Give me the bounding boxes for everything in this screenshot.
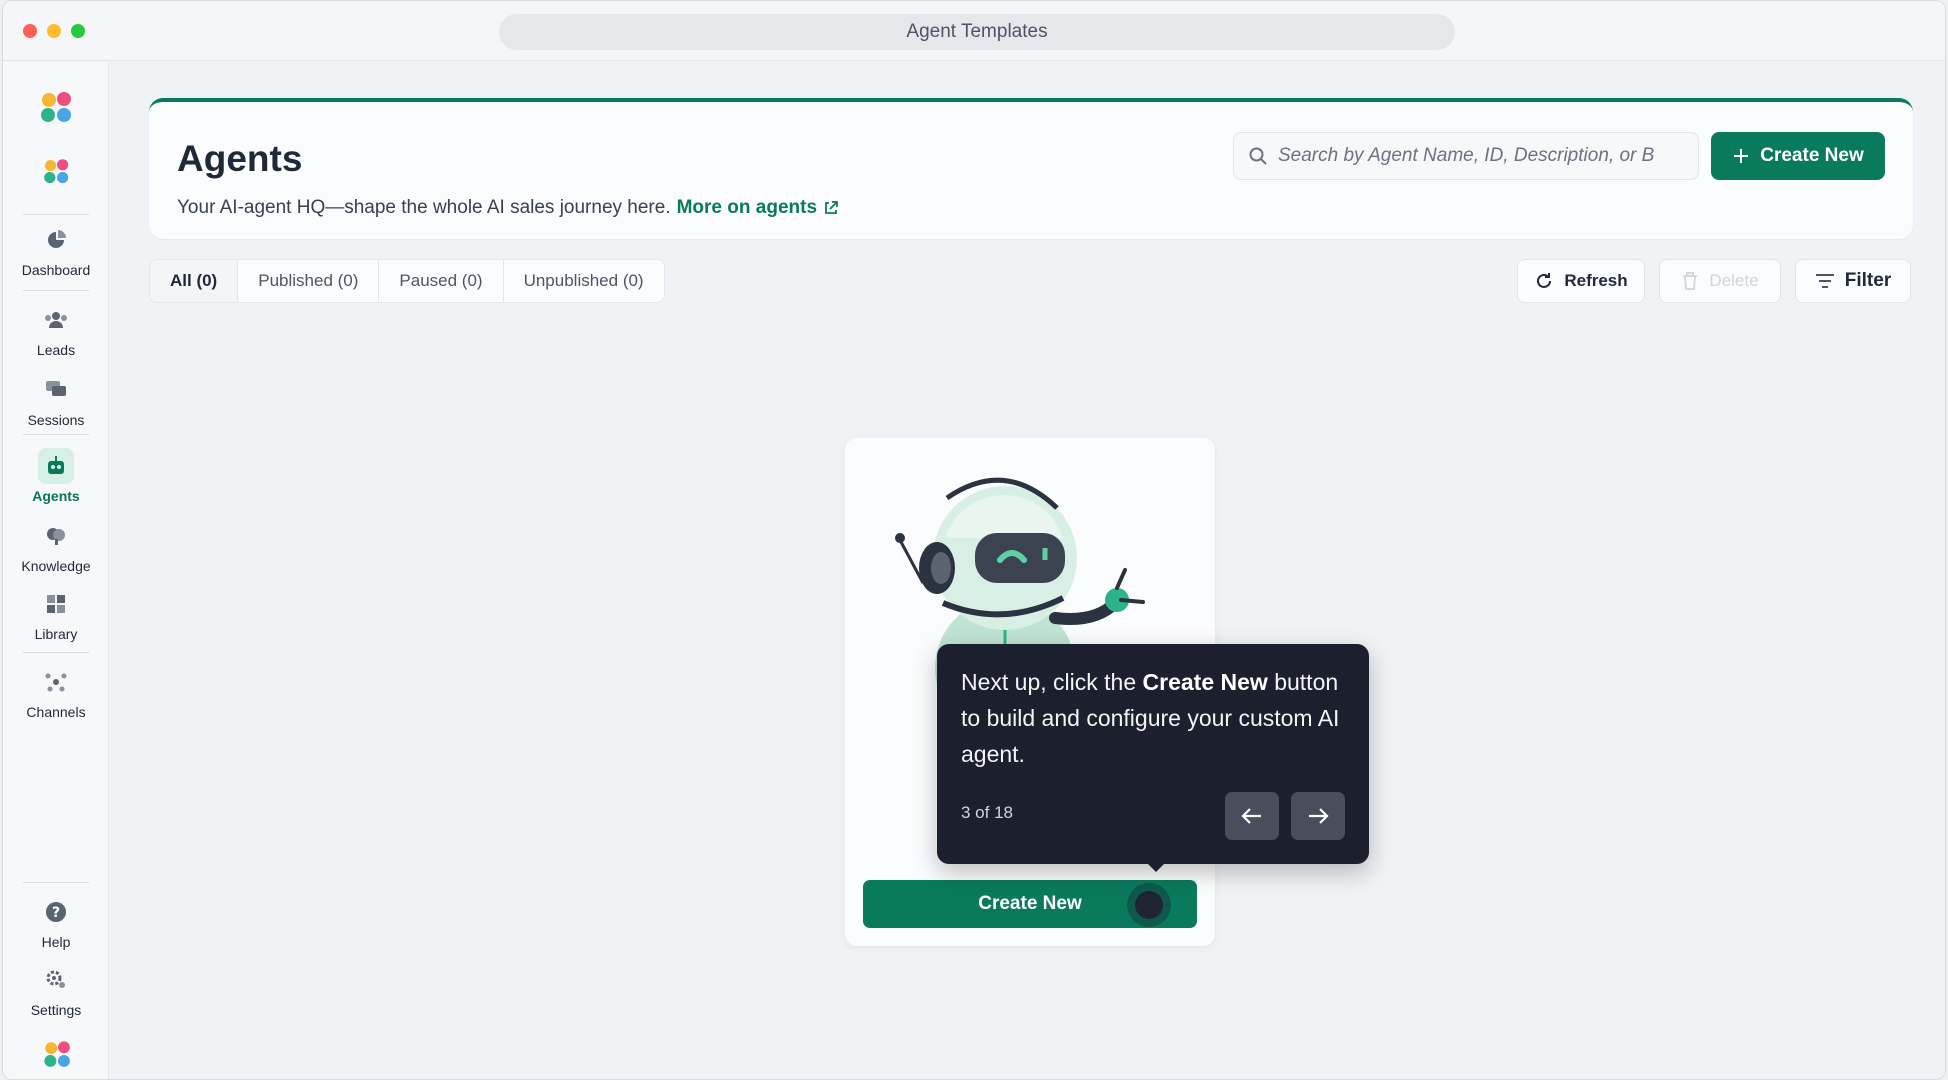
arrow-right-icon [1309,808,1329,824]
filter-button[interactable]: Filter [1795,259,1911,303]
sidebar-divider [23,290,89,291]
grid-icon [47,595,65,613]
maximize-window-button[interactable] [71,24,85,38]
app-window: Agent Templates Dashboard Leads Sessions [2,0,1946,1080]
filter-label: Filter [1844,270,1892,291]
tooltip-text-bold: Create New [1142,669,1268,695]
tab-unpublished[interactable]: Unpublished (0) [503,260,664,302]
sidebar-item-label: Sessions [27,412,85,428]
window-title: Agent Templates [499,14,1455,50]
arrow-left-icon [1241,808,1261,824]
tooltip-next-button[interactable] [1291,792,1345,840]
close-window-button[interactable] [23,24,37,38]
page-description: Your AI-agent HQ—shape the whole AI sale… [177,197,839,219]
title-bar: Agent Templates [3,1,1945,61]
sidebar-item-label: Knowledge [21,558,91,574]
refresh-icon [1537,273,1552,288]
page-title: Agents [177,138,303,179]
sidebar-item-channels[interactable]: Channels [3,664,109,720]
sidebar-item-label: Settings [30,1002,82,1018]
sidebar-item-label: Channels [26,704,86,720]
sidebar-divider [23,652,89,653]
gear-icon [46,970,65,988]
chat-bubbles-icon [46,381,66,396]
trash-icon [1683,272,1698,290]
page-description-text: Your AI-agent HQ—shape the whole AI sale… [177,197,671,218]
tooltip-text-before: Next up, click the [961,669,1143,695]
sidebar: Dashboard Leads Sessions Agents Knowledg… [3,62,109,1079]
delete-label: Delete [1709,271,1759,290]
sidebar-item-library[interactable]: Library [3,586,109,642]
sidebar-divider [23,214,89,215]
brand-logo-icon[interactable] [37,88,77,128]
users-icon [45,312,67,328]
tab-paused[interactable]: Paused (0) [379,260,504,302]
agent-search[interactable] [1233,132,1699,180]
refresh-button[interactable]: Refresh [1517,259,1645,303]
sidebar-item-sessions[interactable]: Sessions [3,372,109,428]
svg-text:?: ? [52,905,60,921]
delete-button[interactable]: Delete [1659,259,1781,303]
tooltip-previous-button[interactable] [1225,792,1279,840]
search-input[interactable] [1278,145,1678,167]
tooltip-step-counter: 3 of 18 [961,803,1013,822]
page-header: Agents Your AI-agent HQ—shape the whole … [149,98,1913,239]
refresh-label: Refresh [1564,271,1628,290]
plus-icon [1734,149,1749,163]
more-on-agents-link[interactable]: More on agents [677,197,839,219]
sidebar-divider [23,434,89,435]
search-icon [1249,147,1267,165]
sidebar-item-label: Library [34,626,78,642]
status-tabs: All (0) Published (0) Paused (0) Unpubli… [149,259,665,303]
tooltip-message: Next up, click the Create New button to … [961,664,1351,772]
workspace-logo-icon[interactable] [41,156,73,188]
network-icon [45,673,67,692]
sidebar-item-label: Agents [32,488,80,504]
create-new-label: Create New [1760,145,1864,166]
help-icon: ? [46,902,66,922]
tab-all[interactable]: All (0) [150,260,239,302]
tab-published[interactable]: Published (0) [238,260,380,302]
sidebar-item-knowledge[interactable]: Knowledge [3,518,109,574]
filter-lines-icon [1815,274,1834,288]
sidebar-item-label: Leads [36,342,76,358]
sidebar-item-agents[interactable]: Agents [3,448,109,504]
sidebar-item-help[interactable]: ? Help [3,894,109,950]
brain-icon [47,528,65,545]
minimize-window-button[interactable] [47,24,61,38]
sidebar-item-dashboard[interactable]: Dashboard [3,222,109,278]
create-new-button[interactable]: Create New [1711,132,1885,180]
robot-icon [48,456,64,474]
sidebar-item-label: Dashboard [21,262,91,278]
pie-chart-icon [48,230,66,248]
sidebar-item-label: Help [41,934,71,950]
user-avatar-logo-icon[interactable] [41,1038,75,1072]
onboarding-tooltip: Next up, click the Create New button to … [937,644,1369,872]
more-on-agents-label: More on agents [676,197,818,218]
sidebar-item-leads[interactable]: Leads [3,302,109,358]
sidebar-item-settings[interactable]: Settings [3,962,109,1018]
external-link-icon [825,201,838,214]
sidebar-divider [23,882,89,883]
onboarding-hotspot[interactable] [1135,891,1163,919]
